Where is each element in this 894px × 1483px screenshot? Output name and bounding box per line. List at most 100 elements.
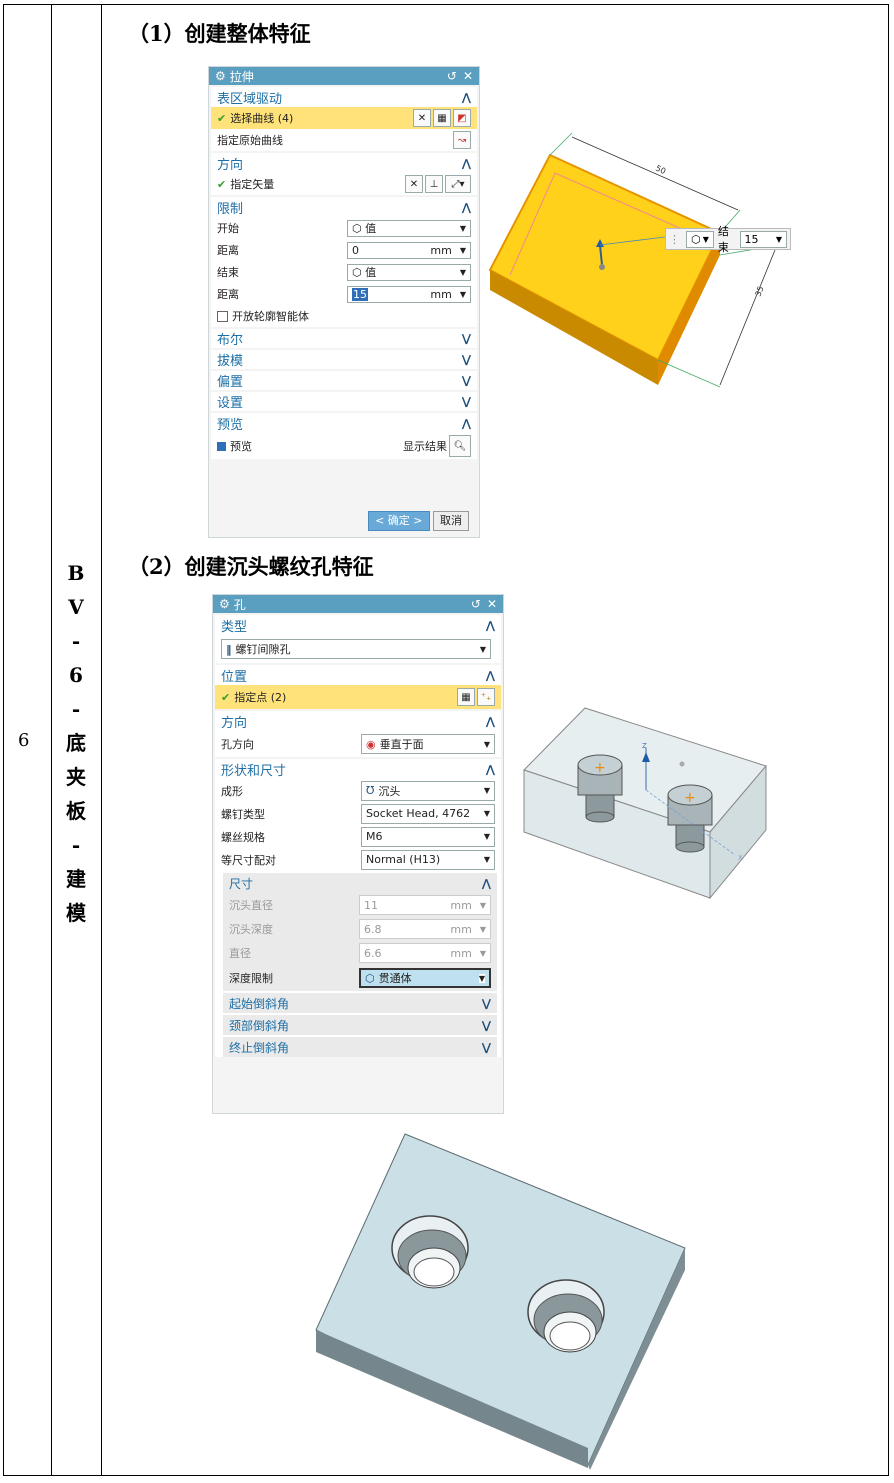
final-part-view	[315, 1133, 686, 1470]
hole-dir-row: 孔方向 ◉ 垂直于面 ▼	[215, 731, 501, 757]
hole-dialog: ⚙ 孔 ↺ ✕ 类型 ⋀ ‖ 螺钉间隙孔 ▼ 位置 ⋀ ✔ 指定点 (2) ▦ ⁺₊ 方…	[212, 594, 504, 1114]
start-chamfer-section[interactable]: 起始倒斜角 ⋁	[223, 993, 497, 1013]
end-row: 结束 ⬡ 值 ▼	[211, 261, 477, 283]
chevron-up-icon: ⋀	[481, 876, 491, 890]
specify-point-row[interactable]: ✔ 指定点 (2) ▦ ⁺₊	[215, 685, 501, 709]
ok-button[interactable]: < 确定 >	[368, 511, 430, 531]
end-select[interactable]: ⬡ 值 ▼	[347, 263, 471, 281]
section-header[interactable]: 方向 ⋀	[211, 153, 477, 173]
gear-icon: ⚙	[215, 69, 226, 83]
col-divider-2	[101, 4, 102, 1476]
axis-icon[interactable]: ⤢▾	[445, 175, 471, 193]
chevron-up-icon: ⋀	[485, 668, 495, 682]
distance2-input[interactable]: 15 mm ▼	[347, 285, 471, 303]
start-select[interactable]: ⬡ 值 ▼	[347, 219, 471, 237]
section-offset[interactable]: 偏置 ⋁	[211, 371, 477, 390]
point-icon[interactable]: ⁺₊	[477, 688, 495, 706]
distance2-row: 距离 15 mm ▼	[211, 283, 477, 305]
reset-icon[interactable]: ↺	[447, 69, 457, 83]
form-select[interactable]: Ʊ 沉头 ▼	[361, 780, 495, 801]
hole-preview-view: + + Z X	[523, 707, 767, 900]
chevron-up-icon: ⋀	[485, 762, 495, 776]
svg-text:+: +	[684, 790, 696, 806]
chevron-down-icon: ⋁	[481, 1018, 491, 1032]
reset-icon[interactable]: ↺	[471, 597, 481, 611]
step2-heading: （2）创建沉头螺纹孔特征	[128, 554, 374, 579]
depth-limit-select[interactable]: ⬡ 贯通体 ▼	[359, 968, 491, 988]
distance1-input[interactable]: 0 mm ▼	[347, 241, 471, 259]
section-header[interactable]: 形状和尺寸 ⋀	[215, 759, 501, 779]
section-header[interactable]: 限制 ⋀	[211, 197, 477, 217]
z-axis-label: Z	[642, 742, 647, 750]
end-distance-popup: ⋮ ⬡ ▼ 结束 15 ▼	[665, 225, 791, 254]
section-header[interactable]: 位置 ⋀	[215, 665, 501, 685]
end-type-select[interactable]: ⬡ ▼	[686, 230, 714, 248]
chevron-down-icon: ⋁	[461, 353, 471, 366]
open-profile-row[interactable]: 开放轮廓智能体	[211, 305, 477, 327]
cb-dia-input[interactable]: 11 mm ▼	[359, 895, 491, 915]
dia-row: 直径 6.6 mm ▼	[223, 941, 497, 965]
block-top-face[interactable]	[488, 153, 722, 362]
origin-curve-row[interactable]: 指定原始曲线 ↝	[211, 129, 477, 151]
dim-side-label[interactable]: 35	[754, 285, 766, 298]
close-icon[interactable]: ✕	[463, 69, 473, 83]
row-title: BV-6-底夹板-建模	[66, 561, 86, 925]
depth-limit-row: 深度限制 ⬡ 贯通体 ▼	[223, 965, 497, 991]
section-type: 类型 ⋀ ‖ 螺钉间隙孔 ▼	[215, 615, 501, 663]
reverse-icon[interactable]: ✕	[405, 175, 423, 193]
chevron-down-icon: ⋁	[461, 374, 471, 387]
section-boolean[interactable]: 布尔 ⋁	[211, 329, 477, 348]
fit-select[interactable]: Normal (H13) ▼	[361, 849, 495, 870]
section-header[interactable]: 预览 ⋀	[211, 413, 477, 433]
section-settings[interactable]: 设置 ⋁	[211, 392, 477, 411]
section-header[interactable]: 表区域驱动 ⋀	[211, 87, 477, 107]
neck-chamfer-section[interactable]: 颈部倒斜角 ⋁	[223, 1015, 497, 1035]
dia-input[interactable]: 6.6 mm ▼	[359, 943, 491, 963]
preview-checkbox[interactable]	[217, 441, 226, 451]
end-chamfer-section[interactable]: 终止倒斜角 ⋁	[223, 1037, 497, 1057]
curve-rule-icon[interactable]: ▦	[433, 109, 451, 127]
type-select[interactable]: ‖ 螺钉间隙孔 ▼	[221, 639, 491, 659]
check-icon: ✔	[217, 177, 227, 191]
sketch-icon[interactable]: ◩	[453, 109, 471, 127]
fit-row: 等尺寸配对 Normal (H13) ▼	[215, 848, 501, 871]
extrude-title-bar: ⚙ 拉伸 ↺ ✕	[209, 67, 479, 85]
sketch-icon[interactable]: ▦	[457, 688, 475, 706]
screw-type-select[interactable]: Socket Head, 4762 ▼	[361, 803, 495, 824]
section-preview: 预览 ⋀ 预览 显示结果 🔍︎	[211, 413, 477, 459]
form-row: 成形 Ʊ 沉头 ▼	[215, 779, 501, 802]
x-axis-label: X	[738, 854, 743, 862]
dialog-title: 拉伸	[229, 69, 254, 84]
chevron-up-icon: ⋀	[485, 618, 495, 632]
end-value-input[interactable]: 15 ▼	[739, 230, 787, 248]
preview-row: 预览 显示结果 🔍︎	[211, 433, 477, 459]
section-region: 表区域驱动 ⋀ ✔ 选择曲线 (4) ✕ ▦ ◩ 指定原始曲线 ↝	[211, 87, 477, 151]
section-direction: 方向 ⋀ ✔ 指定矢量 ✕ ⊥ ⤢▾	[211, 153, 477, 195]
vector-row[interactable]: ✔ 指定矢量 ✕ ⊥ ⤢▾	[211, 173, 477, 195]
checkbox[interactable]	[217, 310, 228, 322]
thread-select[interactable]: M6 ▼	[361, 826, 495, 847]
section-header[interactable]: 类型 ⋀	[215, 615, 501, 635]
drag-handle-icon[interactable]: ⋮	[669, 233, 680, 246]
screw-type-row: 螺钉类型 Socket Head, 4762 ▼	[215, 802, 501, 825]
chevron-down-icon: ⋁	[481, 996, 491, 1010]
magnifier-icon[interactable]: 🔍︎	[449, 435, 471, 457]
section-header[interactable]: 方向 ⋀	[215, 711, 501, 731]
section-draft[interactable]: 拔模 ⋁	[211, 350, 477, 369]
step1-heading: （1）创建整体特征	[128, 21, 311, 46]
hole-dir-select[interactable]: ◉ 垂直于面 ▼	[361, 734, 495, 754]
chevron-up-icon: ⋀	[461, 156, 471, 170]
cancel-button[interactable]: 取消	[433, 511, 469, 531]
vector-dialog-icon[interactable]: ⊥	[425, 175, 443, 193]
deselect-icon[interactable]: ✕	[413, 109, 431, 127]
select-curve-row[interactable]: ✔ 选择曲线 (4) ✕ ▦ ◩	[211, 107, 477, 129]
close-icon[interactable]: ✕	[487, 597, 497, 611]
curve-icon[interactable]: ↝	[453, 131, 471, 149]
chevron-down-icon: ⋁	[461, 395, 471, 408]
start-row: 开始 ⬡ 值 ▼	[211, 217, 477, 239]
cb-depth-input[interactable]: 6.8 mm ▼	[359, 919, 491, 939]
hole-title-bar: ⚙ 孔 ↺ ✕	[213, 595, 503, 613]
check-icon: ✔	[221, 690, 231, 704]
cb-dia-row: 沉头直径 11 mm ▼	[223, 893, 497, 917]
subsection-header[interactable]: 尺寸 ⋀	[223, 873, 497, 893]
